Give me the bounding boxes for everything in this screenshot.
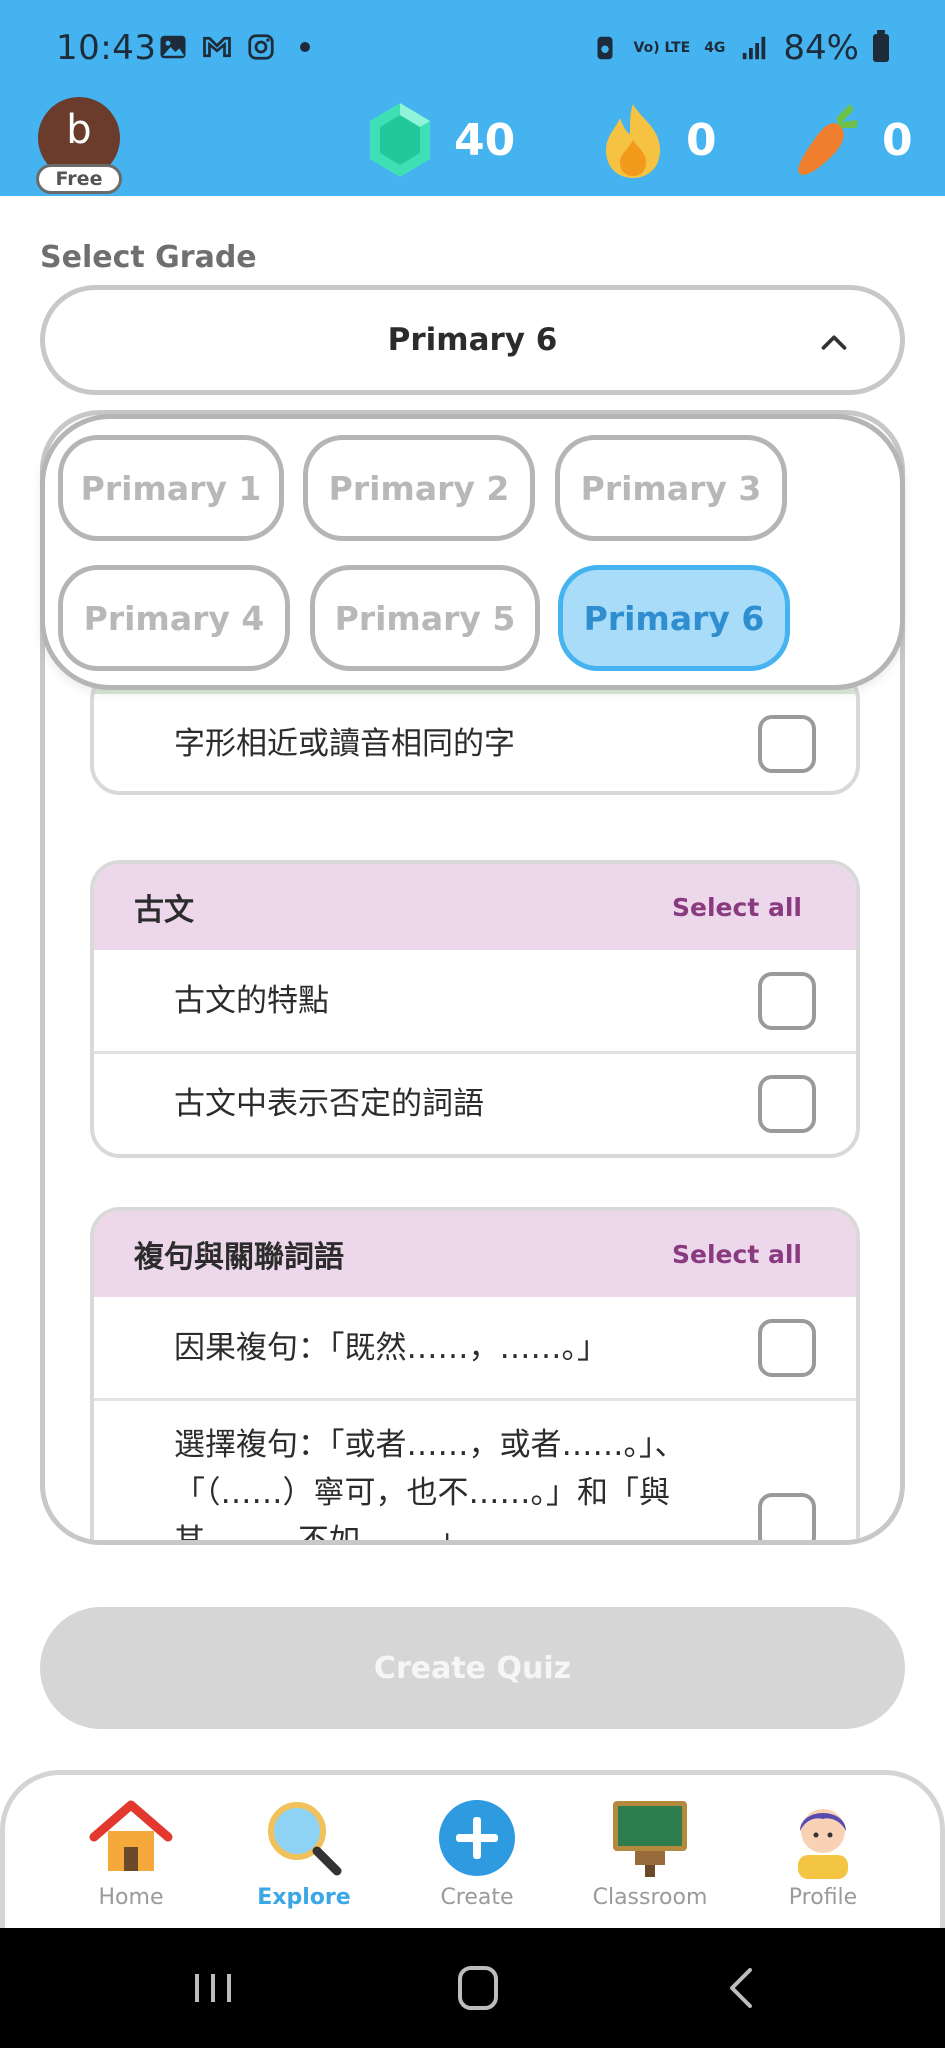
topic-label: 字形相近或讀音相同的字 <box>174 726 515 762</box>
topic-label: 古文的特點 <box>174 982 329 1019</box>
battery-icon <box>873 30 889 62</box>
nav-create[interactable]: Create <box>402 1797 552 1917</box>
magnifier-icon <box>268 1802 342 1876</box>
grade-dropdown: Primary 1 Primary 2 Primary 3 Primary 4 … <box>40 414 905 690</box>
nav-home[interactable]: Home <box>56 1797 206 1917</box>
topic-card-complex-sentences: 複句與關聯詞語 Select all 因果複句：「既然……，……。」 選擇複句：… <box>90 1207 860 1545</box>
carrot-icon <box>798 104 858 175</box>
select-all-button[interactable]: Select all <box>672 893 802 922</box>
plan-badge: Free <box>36 164 122 194</box>
avatar-letter: b <box>66 107 92 153</box>
chevron-up-icon <box>821 335 847 350</box>
gem-icon <box>370 103 430 177</box>
grade-option-primary-6[interactable]: Primary 6 <box>558 565 790 671</box>
topic-checkbox[interactable] <box>758 715 816 773</box>
carrots-count: 0 <box>882 114 913 166</box>
topic-row[interactable]: 因果複句：「既然……，……。」 <box>94 1297 856 1398</box>
select-all-button[interactable]: Select all <box>672 1240 802 1269</box>
app-header: 10:43 Vo) LTE 4G 84% b Free 40 0 0 <box>0 0 945 196</box>
nav-label: Home <box>98 1885 164 1910</box>
status-system-icons: Vo) LTE 4G 84% <box>590 28 889 68</box>
topic-checkbox[interactable] <box>758 1318 816 1377</box>
grade-option-primary-1[interactable]: Primary 1 <box>58 435 284 541</box>
nav-label: Explore <box>257 1885 351 1910</box>
grade-label: Select Grade <box>40 240 257 275</box>
battery-percent: 84% <box>783 28 859 68</box>
network-4g-indicator: 4G <box>704 40 726 56</box>
grade-option-primary-2[interactable]: Primary 2 <box>303 435 535 541</box>
streak-counter[interactable]: 0 <box>600 98 717 182</box>
topic-label: 選擇複句：「或者……，或者……。」、「（……）寧可，也不……。」和「與其……，不… <box>174 1427 686 1545</box>
more-notifications-dot <box>300 42 310 52</box>
data-saver-icon <box>597 36 612 60</box>
nav-profile[interactable]: Profile <box>748 1797 898 1917</box>
nav-label: Profile <box>788 1885 858 1910</box>
status-notification-icons <box>158 32 310 62</box>
gems-counter[interactable]: 40 <box>366 98 515 182</box>
recent-apps-icon[interactable] <box>183 1962 243 2014</box>
topic-card-header: 複句與關聯詞語 Select all <box>94 1211 856 1297</box>
gallery-icon <box>160 35 186 59</box>
topic-label: 古文中表示否定的詞語 <box>174 1086 484 1122</box>
carrots-counter[interactable]: 0 <box>792 98 913 182</box>
topic-card-header: 古文 Select all <box>94 864 856 950</box>
topic-checkbox[interactable] <box>758 971 816 1030</box>
streak-count: 0 <box>686 114 717 166</box>
back-icon[interactable] <box>712 1962 772 2014</box>
nav-label: Create <box>440 1885 514 1910</box>
topic-label: 因果複句：「既然……，……。」 <box>174 1329 608 1366</box>
grade-select[interactable]: Primary 6 <box>40 285 905 395</box>
fire-icon <box>606 104 660 178</box>
home-button-icon[interactable] <box>448 1962 508 2014</box>
home-icon <box>89 1800 173 1871</box>
grade-option-primary-4[interactable]: Primary 4 <box>58 565 290 671</box>
topic-checkbox[interactable] <box>758 1493 816 1540</box>
topic-row[interactable]: 古文的特點 <box>94 950 856 1051</box>
nav-explore[interactable]: Explore <box>229 1797 379 1917</box>
topic-card-title: 古文 <box>134 893 194 928</box>
topic-checkbox[interactable] <box>758 1075 816 1133</box>
grade-option-primary-3[interactable]: Primary 3 <box>555 435 787 541</box>
grade-select-value: Primary 6 <box>387 322 558 358</box>
bottom-nav: Home Explore Create Classroom Profile <box>0 1770 945 1928</box>
grade-option-primary-5[interactable]: Primary 5 <box>310 565 540 671</box>
topic-row[interactable]: 古文中表示否定的詞語 <box>94 1051 856 1154</box>
topic-row[interactable]: 字形相近或讀音相同的字 <box>94 694 856 791</box>
topic-row[interactable]: 選擇複句：「或者……，或者……。」、「（……）寧可，也不……。」和「與其……，不… <box>94 1398 856 1545</box>
create-quiz-button[interactable]: Create Quiz <box>40 1607 905 1729</box>
system-navigation-bar <box>0 1928 945 2048</box>
person-icon <box>798 1809 848 1879</box>
nav-label: Classroom <box>592 1885 708 1910</box>
topic-card-title: 複句與關聯詞語 <box>134 1240 344 1275</box>
instagram-icon <box>248 34 274 60</box>
plus-circle-icon <box>439 1800 515 1876</box>
gmail-icon <box>203 36 231 58</box>
gems-count: 40 <box>454 114 516 166</box>
nav-classroom[interactable]: Classroom <box>575 1797 725 1917</box>
topic-card-classical-chinese: 古文 Select all 古文的特點 古文中表示否定的詞語 <box>90 860 860 1158</box>
signal-icon <box>743 36 766 60</box>
volte-indicator: Vo) LTE <box>633 40 691 56</box>
status-time: 10:43 <box>56 28 157 68</box>
blackboard-icon <box>613 1801 687 1877</box>
